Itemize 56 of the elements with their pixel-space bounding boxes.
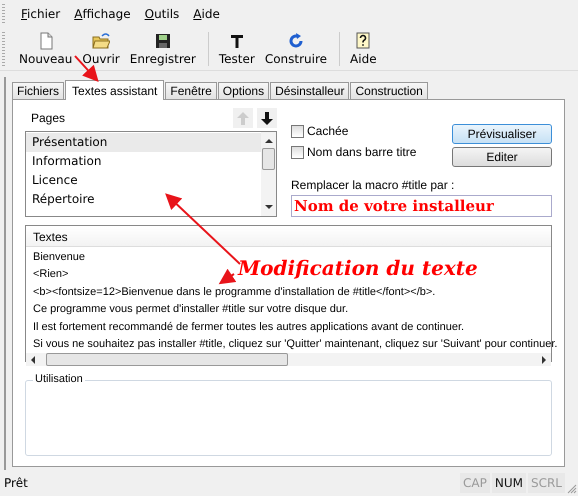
menu-item[interactable]: Outils <box>138 7 188 21</box>
scroll-down-icon <box>264 204 272 210</box>
help-icon <box>354 32 372 50</box>
tab[interactable]: Désinstalleur <box>270 82 350 99</box>
checkbox-label: Cachée <box>307 124 348 138</box>
list-item[interactable]: Présentation <box>26 133 261 152</box>
button[interactable]: Editer <box>452 147 552 167</box>
text-line[interactable]: <b><fontsize=12>Bienvenue dans le programme d'installation de #title</font></b>. <box>33 284 436 302</box>
usage-label: Utilisation <box>33 373 85 385</box>
vertical-scrollbar[interactable] <box>261 132 276 216</box>
menu-item[interactable]: Affichage <box>68 7 139 21</box>
text-line[interactable]: Bienvenue <box>33 249 85 266</box>
list-item[interactable]: Répertoire <box>26 190 261 209</box>
macro-field[interactable]: Nom de votre installeur <box>291 195 552 217</box>
checkbox-label: Nom dans barre titre <box>307 145 416 159</box>
resize-grip-icon <box>567 484 577 494</box>
status-text: Prêt <box>4 476 28 490</box>
tab[interactable]: Construction <box>350 82 428 99</box>
up-arrow-icon <box>235 110 251 126</box>
button[interactable]: Prévisualiser <box>452 124 552 144</box>
tab[interactable]: Options <box>218 82 270 99</box>
scroll-up-icon <box>264 138 272 144</box>
tab[interactable]: Fichiers <box>12 82 64 99</box>
text-line[interactable]: Ce programme vous permet d'installer #title sur votre disque dur. <box>33 301 348 319</box>
checkbox[interactable] <box>291 124 304 138</box>
annotation-arrow <box>218 268 236 284</box>
scroll-thumb[interactable] <box>262 148 275 170</box>
list-item[interactable]: Information <box>26 152 261 171</box>
pages-label: Pages <box>31 111 66 125</box>
down-arrow-icon <box>259 110 275 126</box>
text-line[interactable]: Il est fortement recommandé de fermer toutes les autres applications avant de continuer. <box>33 318 464 336</box>
scroll-thumb[interactable] <box>46 353 288 366</box>
folder-icon <box>92 32 110 50</box>
tab[interactable]: Fenêtre <box>165 82 217 99</box>
toolbar-button[interactable]: Construire <box>260 32 332 66</box>
toolbar-button[interactable]: Nouveau <box>15 32 76 66</box>
toolbar-button[interactable]: Aide <box>346 32 381 66</box>
arrow-button[interactable] <box>257 108 277 128</box>
menu-item[interactable]: Aide <box>187 7 228 21</box>
toolbar-button[interactable]: Ouvrir <box>78 32 124 66</box>
text-line[interactable]: Si vous ne souhaitez pas installer #title, cliquez sur 'Quitter' maintenant, cliquez sur 'Suivant' pour continuer. <box>33 336 558 354</box>
status-indicator: CAP <box>460 473 490 493</box>
horizontal-scrollbar[interactable] <box>26 353 551 366</box>
toolbar-button[interactable]: Tester <box>214 32 259 66</box>
toolbar-button[interactable]: Enregistrer <box>126 32 200 66</box>
menu-item[interactable]: Fichier <box>15 7 68 21</box>
circular-arrow-icon <box>286 32 305 50</box>
status-indicator: SCRL <box>528 473 565 493</box>
status-indicator: NUM <box>492 473 526 493</box>
text-line[interactable]: <Rien> <box>33 266 68 284</box>
tab[interactable]: Textes assistant <box>65 80 164 100</box>
list-item[interactable]: Licence <box>26 171 261 190</box>
macro-label: Remplacer la macro #title par : <box>291 178 456 192</box>
checkbox[interactable] <box>291 146 304 158</box>
scroll-left-icon <box>30 356 36 364</box>
scroll-right-icon <box>541 356 547 364</box>
